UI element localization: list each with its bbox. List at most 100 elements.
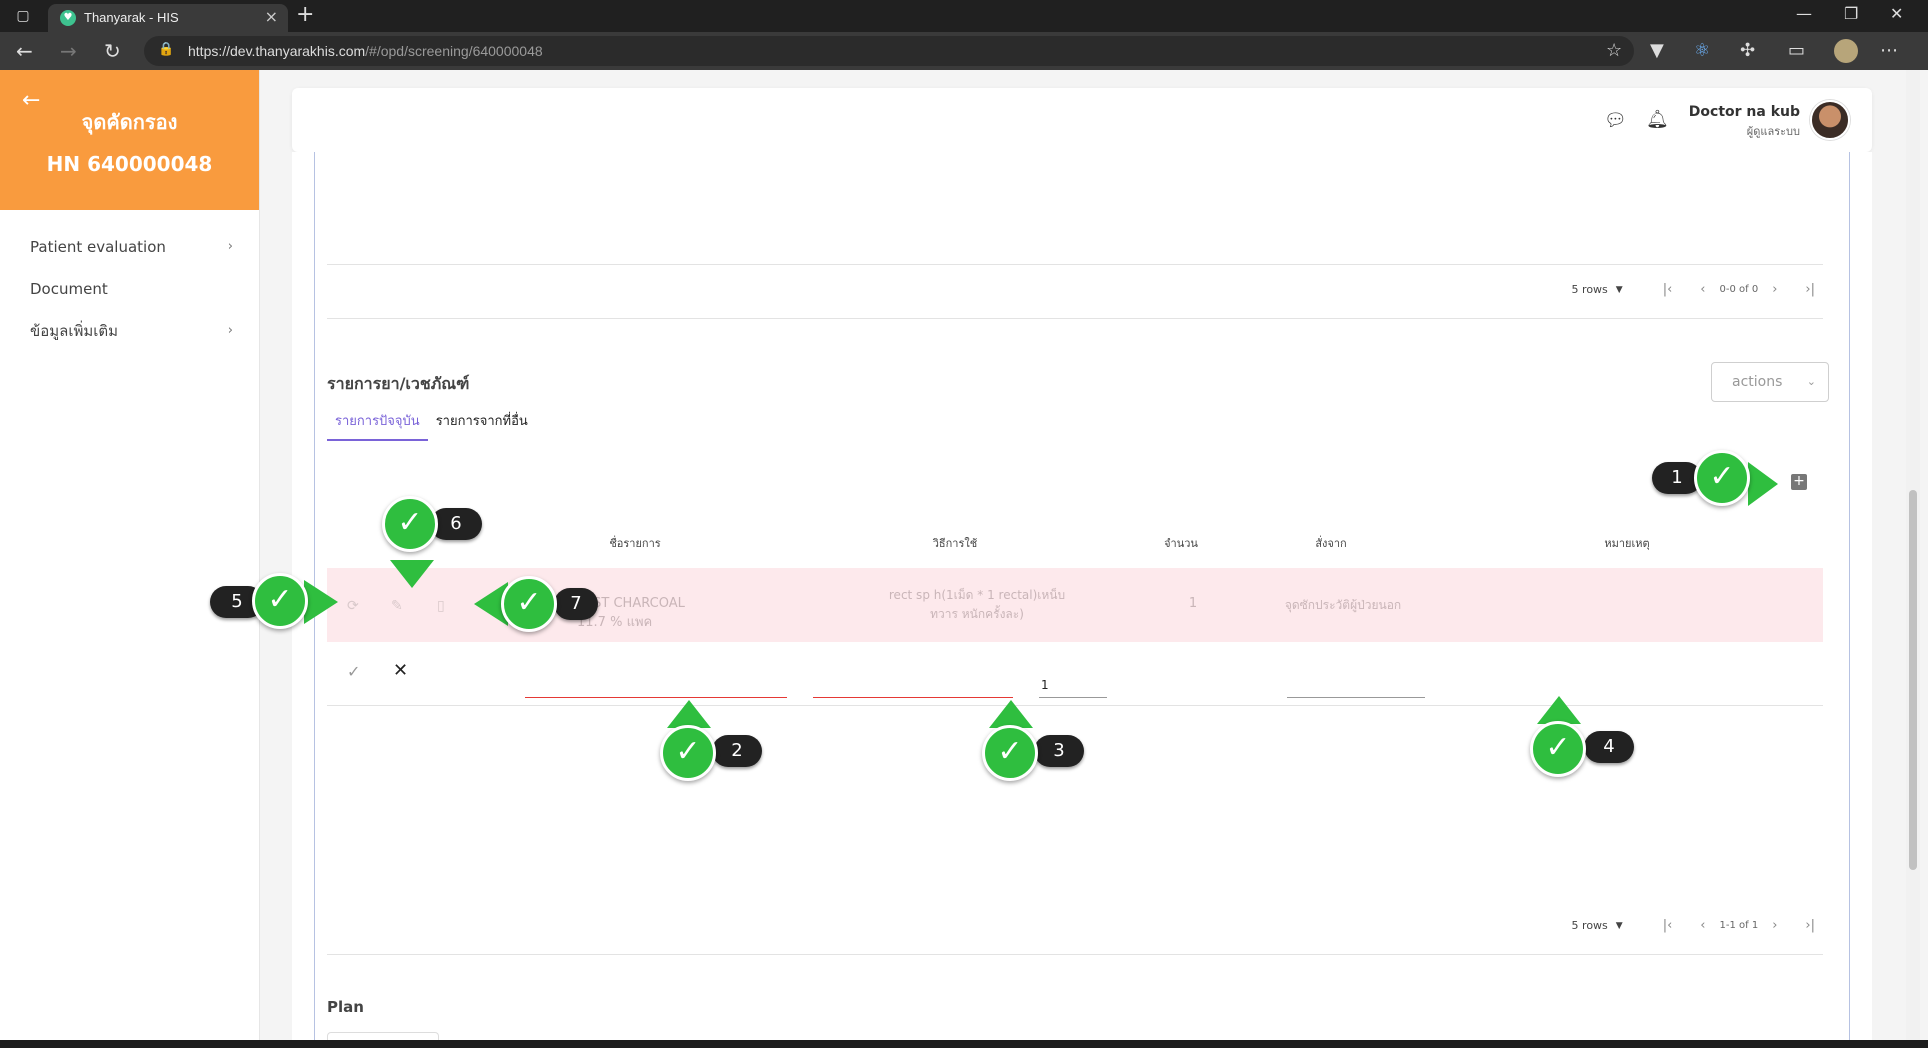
cancel-x-icon[interactable]: ✕ [393, 660, 408, 681]
chevron-right-icon: › [227, 323, 233, 338]
site-favicon-icon: ♥ [60, 10, 76, 26]
patient-hn: HN 640000048 [46, 152, 213, 176]
marker-pointer [304, 580, 338, 624]
restore-icon[interactable]: ❐ [1844, 4, 1858, 23]
sidebar-menu: Patient evaluation › Document ข้อมูลเพิ่… [0, 210, 259, 352]
rows-per-page[interactable]: 5 rows [1572, 283, 1608, 296]
next-page-icon[interactable]: › [1772, 918, 1777, 933]
address-bar: ← → ↻ 🔒 https://dev.thanyarakhis.com/#/o… [0, 32, 1928, 70]
top-table-pagination: 5 rows ▼ |‹ ‹ 0-0 of 0 › ›| [1572, 282, 1829, 297]
back-arrow-icon[interactable]: ← [22, 88, 40, 113]
edit-row: ✓ ✕ 1 [327, 642, 1823, 706]
browser-titlebar: ▢ ♥ Thanyarak - HIS × + — ❐ ✕ [0, 0, 1928, 32]
url-field[interactable]: 🔒 https://dev.thanyarakhis.com/#/opd/scr… [144, 36, 1634, 66]
actions-dropdown[interactable]: actions ⌄ [1711, 362, 1829, 402]
close-window-icon[interactable]: ✕ [1890, 4, 1903, 23]
sidebar: ← จุดคัดกรอง HN 640000048 Patient evalua… [0, 70, 260, 1040]
sidebar-item-document[interactable]: Document [0, 268, 259, 310]
marker-number: 7 [554, 588, 598, 620]
chevron-right-icon: › [227, 239, 233, 254]
sidebar-item-patient-evaluation[interactable]: Patient evaluation › [0, 226, 259, 268]
close-tab-icon[interactable]: × [265, 7, 278, 26]
sidebar-item-label: Patient evaluation [30, 238, 166, 256]
new-tab-icon[interactable]: + [296, 2, 314, 27]
confirm-check-icon[interactable]: ✓ [347, 662, 360, 681]
caret-down-icon[interactable]: ▼ [1616, 285, 1623, 295]
check-icon: ✓ [1530, 721, 1586, 777]
medicine-tabs: รายการปัจจุบัน รายการจากที่อื่น [327, 410, 536, 441]
sidebar-item-label: ข้อมูลเพิ่มเติม [30, 322, 119, 340]
caret-down-icon[interactable]: ▼ [1616, 921, 1623, 931]
usage-input[interactable] [813, 672, 1013, 698]
lock-icon: 🔒 [158, 42, 175, 57]
medicine-section-title: รายการยา/เวชภัณฑ์ [327, 374, 470, 393]
reload-icon[interactable]: ↻ [104, 39, 121, 63]
column-header-note: หมายเหตุ [1604, 537, 1650, 550]
page-scrollbar[interactable] [1906, 70, 1920, 1040]
item-usage: rect sp h(1เม็ด * 1 rectal)เหน็บทวาร หนั… [888, 588, 1066, 621]
item-name: TEST CHARCOAL 11.7 % แพค [577, 596, 685, 630]
last-page-icon[interactable]: ›| [1805, 918, 1815, 933]
more-menu-icon[interactable]: ⋯ [1880, 40, 1898, 61]
note-input[interactable] [1287, 672, 1425, 698]
quantity-input[interactable]: 1 [1039, 672, 1107, 698]
browser-tab[interactable]: ♥ Thanyarak - HIS × [48, 4, 288, 32]
marker-number: 3 [1034, 735, 1084, 767]
sidebar-header: ← จุดคัดกรอง HN 640000048 [0, 70, 259, 210]
extensions-icon[interactable]: ✣ [1740, 40, 1755, 61]
medicine-name-input[interactable] [525, 672, 787, 698]
url-host: https://dev.thanyarakhis.com [188, 43, 366, 59]
back-icon[interactable]: ← [16, 39, 33, 63]
prev-page-icon[interactable]: ‹ [1700, 918, 1705, 933]
quantity-value: 1 [1041, 678, 1049, 692]
check-icon: ✓ [982, 725, 1038, 781]
cast-icon[interactable]: ▭ [1788, 40, 1805, 61]
next-page-icon[interactable]: › [1772, 282, 1777, 297]
marker-number: 2 [712, 735, 762, 767]
check-icon: ✓ [252, 573, 308, 629]
check-icon: ✓ [1694, 450, 1750, 506]
check-icon: ✓ [660, 725, 716, 781]
rows-per-page[interactable]: 5 rows [1572, 919, 1608, 932]
column-header-usage: วิธีการใช้ [932, 537, 978, 550]
tab-title: Thanyarak - HIS [84, 10, 179, 25]
check-icon: ✓ [382, 496, 438, 552]
edit-pencil-icon[interactable]: ✎ [391, 598, 403, 614]
divider [327, 954, 1823, 955]
sidebar-item-additional-info[interactable]: ข้อมูลเพิ่มเติม › [0, 310, 259, 352]
tab-current[interactable]: รายการปัจจุบัน [327, 410, 428, 441]
minimize-icon[interactable]: — [1796, 4, 1812, 23]
actions-label: actions [1732, 374, 1783, 390]
chat-icon[interactable]: 💬︎ [1604, 110, 1627, 131]
refresh-icon[interactable]: ⟳ [347, 598, 359, 614]
page-range: 1-1 of 1 [1719, 920, 1759, 931]
notification-bell-icon[interactable]: 🔔︎ [1646, 109, 1669, 130]
last-page-icon[interactable]: ›| [1805, 282, 1815, 297]
avatar[interactable] [1810, 100, 1850, 140]
taskbar [0, 1040, 1928, 1048]
divider [327, 318, 1823, 319]
item-quantity: 1 [1188, 596, 1198, 611]
window-menu-icon[interactable]: ▢ [14, 7, 32, 25]
prev-page-icon[interactable]: ‹ [1700, 282, 1705, 297]
first-page-icon[interactable]: |‹ [1663, 282, 1673, 297]
plan-title: Plan [327, 998, 364, 1016]
browser-profile-icon[interactable] [1834, 39, 1858, 63]
user-name: Doctor na kub [1688, 104, 1800, 120]
favorite-star-icon[interactable]: ☆ [1606, 40, 1622, 61]
first-page-icon[interactable]: |‹ [1663, 918, 1673, 933]
marker-pointer [989, 700, 1033, 728]
chevron-down-icon: ⌄ [1806, 375, 1816, 388]
marker-pointer [1537, 696, 1581, 724]
extension-react-icon[interactable]: ⚛ [1694, 40, 1710, 61]
marker-pointer [390, 560, 434, 588]
tab-external[interactable]: รายการจากที่อื่น [428, 410, 536, 441]
extension-v-icon[interactable]: ▼ [1650, 40, 1664, 61]
user-role: ผู้ดูแลระบบ [1746, 125, 1800, 138]
delete-icon[interactable]: ▯ [437, 598, 445, 614]
marker-pointer [667, 700, 711, 728]
scrollbar-thumb[interactable] [1909, 490, 1917, 870]
forward-icon[interactable]: → [60, 39, 77, 63]
url-path: /#/opd/screening/640000048 [365, 43, 543, 59]
add-item-icon[interactable]: + [1791, 474, 1807, 490]
